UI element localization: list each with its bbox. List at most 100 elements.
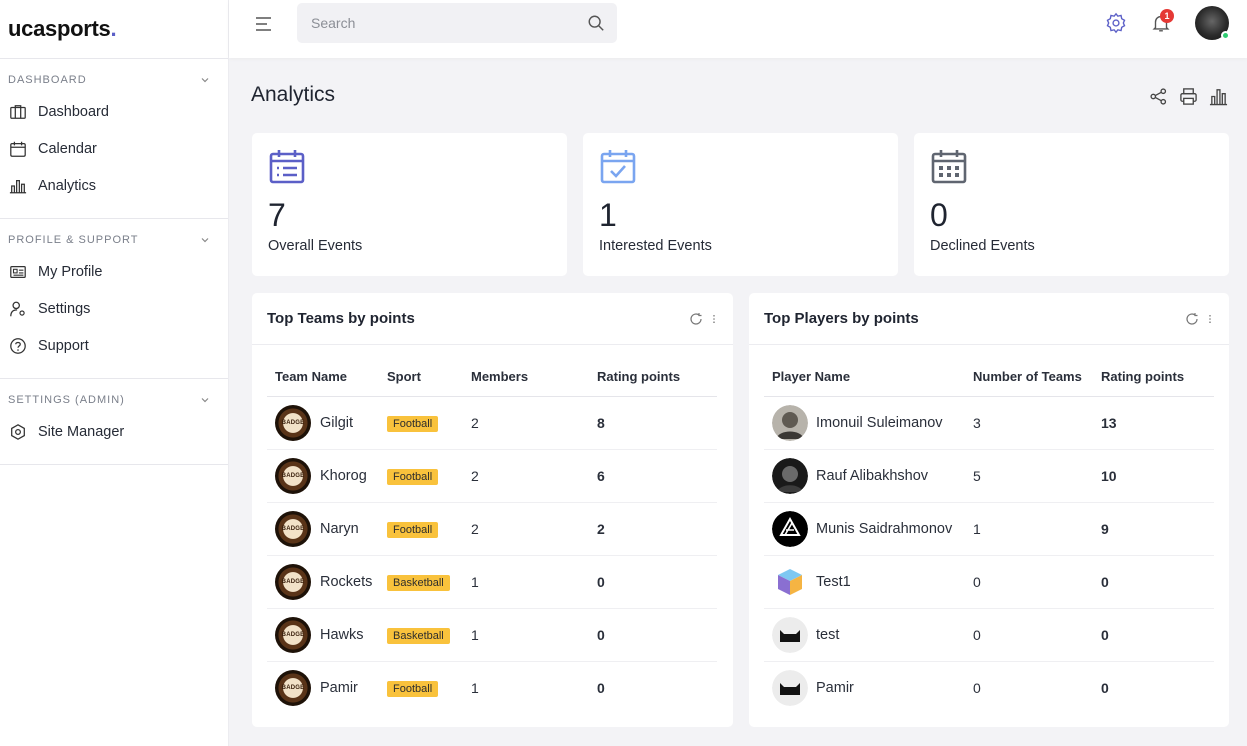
calendar-icon bbox=[8, 139, 28, 159]
stat-label: Declined Events bbox=[930, 238, 1035, 254]
stat-value: 0 bbox=[930, 197, 948, 233]
teams-count: 3 bbox=[965, 396, 1093, 450]
team-badge-logo: BADGE bbox=[275, 616, 311, 653]
sidebar-item-analytics[interactable]: Analytics bbox=[0, 167, 228, 204]
rating-points: 13 bbox=[1093, 396, 1214, 450]
bar-chart-icon[interactable] bbox=[1209, 87, 1228, 106]
column-header[interactable]: Members bbox=[463, 357, 589, 397]
share-icon[interactable] bbox=[1149, 87, 1168, 106]
stat-label: Overall Events bbox=[268, 238, 363, 254]
badge-logo-text: BADGE bbox=[281, 472, 305, 479]
stat-value: 1 bbox=[599, 197, 617, 233]
top-players-card: Top Players by points Player Name Number… bbox=[749, 293, 1229, 727]
stat-card-overall-events: 7 Overall Events bbox=[252, 133, 567, 276]
chevron-down-icon bbox=[201, 238, 209, 243]
profile-icon bbox=[8, 262, 28, 282]
rating-points: 0 bbox=[1093, 608, 1214, 662]
team-badge-logo: BADGE bbox=[275, 404, 311, 441]
table-row[interactable]: BADGE Pamir Football 1 0 bbox=[267, 661, 717, 714]
sidebar-item-label: Dashboard bbox=[38, 103, 109, 120]
team-name: Khorog bbox=[320, 467, 367, 484]
rating-points: 0 bbox=[1101, 679, 1109, 696]
stat-value: 7 bbox=[268, 197, 286, 233]
badge-logo-text: BADGE bbox=[281, 578, 305, 585]
topbar: 1 bbox=[229, 0, 1247, 58]
more-vertical-icon[interactable] bbox=[709, 312, 719, 326]
column-header[interactable]: Sport bbox=[379, 357, 463, 397]
sidebar-item-label: Calendar bbox=[38, 140, 97, 157]
table-row[interactable]: test 0 0 bbox=[764, 608, 1214, 662]
sidebar-section-header[interactable]: SETTINGS (ADMIN) bbox=[0, 391, 228, 409]
table-row[interactable]: Pamir 0 0 bbox=[764, 661, 1214, 714]
analytics-icon bbox=[8, 176, 28, 196]
rating-points: 0 bbox=[1093, 555, 1214, 609]
teams-table: Team Name Sport Members Rating points BA… bbox=[267, 357, 717, 714]
site-manager-icon bbox=[8, 422, 28, 442]
table-row[interactable]: BADGE Hawks Basketball 1 0 bbox=[267, 608, 717, 662]
menu-icon[interactable] bbox=[254, 14, 274, 34]
cat-placeholder-avatar bbox=[772, 669, 808, 706]
sidebar-section-header[interactable]: PROFILE & SUPPORT bbox=[0, 231, 228, 249]
badge-logo-text: BADGE bbox=[281, 684, 305, 691]
table-header-row: Team Name Sport Members Rating points bbox=[267, 357, 717, 397]
sidebar: ucasports. DASHBOARD Dashboard Calendar … bbox=[0, 0, 229, 746]
members-count: 1 bbox=[471, 679, 479, 696]
teams-count: 1 bbox=[965, 502, 1093, 556]
table-row[interactable]: Rauf Alibakhshov 5 10 bbox=[764, 449, 1214, 503]
print-icon[interactable] bbox=[1179, 87, 1198, 106]
sidebar-item-label: Analytics bbox=[38, 177, 97, 194]
sport-badge: Football bbox=[387, 415, 439, 432]
column-header[interactable]: Rating points bbox=[1093, 357, 1214, 397]
dashboard-icon bbox=[8, 102, 28, 122]
sidebar-item-support[interactable]: Support bbox=[0, 327, 228, 364]
table-row[interactable]: BADGE Rockets Basketball 1 0 bbox=[267, 555, 717, 609]
sidebar-item-calendar[interactable]: Calendar bbox=[0, 130, 228, 167]
sidebar-section-profile: PROFILE & SUPPORT My Profile Settings Su… bbox=[0, 218, 228, 378]
column-header[interactable]: Player Name bbox=[764, 357, 965, 397]
search-input[interactable] bbox=[311, 15, 587, 31]
teams-count: 0 bbox=[973, 679, 981, 696]
sidebar-item-label: Support bbox=[38, 337, 89, 354]
refresh-icon[interactable] bbox=[1185, 312, 1199, 326]
rating-points: 8 bbox=[589, 396, 717, 450]
rating-points: 6 bbox=[589, 449, 717, 503]
calendar-list-icon bbox=[269, 150, 305, 184]
badge-logo-text: BADGE bbox=[281, 419, 305, 426]
page-title: Analytics bbox=[251, 83, 336, 106]
stat-label: Interested Events bbox=[599, 238, 712, 254]
card-title: Top Teams by points bbox=[267, 310, 415, 327]
teams-count: 0 bbox=[965, 608, 1093, 662]
sidebar-item-settings[interactable]: Settings bbox=[0, 290, 228, 327]
column-header[interactable]: Rating points bbox=[589, 357, 717, 397]
members-count: 1 bbox=[463, 555, 589, 609]
team-name: Pamir bbox=[320, 679, 358, 696]
column-header[interactable]: Team Name bbox=[267, 357, 379, 397]
sidebar-item-site-manager[interactable]: Site Manager bbox=[0, 413, 228, 450]
player-name: Imonuil Suleimanov bbox=[816, 414, 943, 431]
user-avatar[interactable] bbox=[1195, 6, 1230, 40]
column-header[interactable]: Number of Teams bbox=[965, 357, 1093, 397]
members-count: 2 bbox=[463, 502, 589, 556]
table-row[interactable]: Test1 0 0 bbox=[764, 555, 1214, 609]
sidebar-item-my-profile[interactable]: My Profile bbox=[0, 253, 228, 290]
sidebar-item-dashboard[interactable]: Dashboard bbox=[0, 93, 228, 130]
cube-logo-avatar bbox=[772, 564, 808, 600]
table-row[interactable]: BADGE Gilgit Football 2 8 bbox=[267, 396, 717, 450]
chevron-down-icon bbox=[201, 78, 209, 83]
app-logo[interactable]: ucasports. bbox=[0, 0, 228, 58]
more-vertical-icon[interactable] bbox=[1205, 312, 1215, 326]
search-icon[interactable] bbox=[587, 14, 605, 32]
card-title: Top Players by points bbox=[764, 310, 919, 327]
sidebar-item-label: Settings bbox=[38, 300, 91, 317]
rating-points: 10 bbox=[1093, 449, 1214, 503]
team-badge-logo: BADGE bbox=[275, 669, 311, 706]
table-row[interactable]: BADGE Naryn Football 2 2 bbox=[267, 502, 717, 556]
sidebar-section-header[interactable]: DASHBOARD bbox=[0, 71, 228, 89]
sidebar-item-label: My Profile bbox=[38, 263, 103, 280]
refresh-icon[interactable] bbox=[689, 312, 703, 326]
table-row[interactable]: Munis Saidrahmonov 1 9 bbox=[764, 502, 1214, 556]
table-row[interactable]: BADGE Khorog Football 2 6 bbox=[267, 449, 717, 503]
gear-icon[interactable] bbox=[1105, 12, 1127, 34]
table-row[interactable]: Imonuil Suleimanov 3 13 bbox=[764, 396, 1214, 450]
sport-badge: Football bbox=[387, 521, 439, 538]
